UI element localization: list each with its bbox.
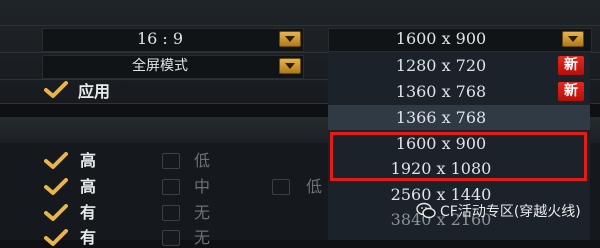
divider [0,25,600,26]
quality-checkbox[interactable] [272,179,290,195]
quality-checkbox[interactable] [162,179,180,195]
resolution-option-label: 1366 x 768 [395,108,487,127]
check-icon[interactable] [44,229,68,247]
quality-option-label: 有 [80,228,97,247]
quality-checkbox[interactable] [162,230,180,246]
quality-option-label: 高 [80,151,97,170]
aspect-ratio-dropdown-button[interactable] [279,31,301,47]
check-icon[interactable] [44,204,68,222]
chevron-down-icon [285,63,295,69]
check-icon[interactable] [44,152,68,170]
resolution-option-highlighted[interactable]: 1366 x 768 [328,105,590,130]
quality-option-label: 无 [194,228,211,247]
resolution-option-label: 1360 x 768 [395,82,487,101]
watermark: CF活动专区(穿越火线) [416,200,581,222]
wechat-icon [416,202,436,219]
chevron-down-icon [568,36,578,42]
highlight-annotation-box [330,132,587,181]
display-mode-dropdown-button[interactable] [279,58,301,74]
apply-label[interactable]: 应用 [78,82,110,102]
resolution-option-label: 1280 x 720 [395,56,487,75]
display-mode-value: 全屏模式 [132,58,188,74]
resolution-value: 1600 x 900 [395,29,487,48]
watermark-text: CF活动专区(穿越火线) [440,204,581,220]
quality-option-label: 低 [194,151,211,170]
quality-option-label: 高 [80,177,97,196]
check-icon[interactable] [44,178,68,196]
quality-option-label: 低 [306,177,323,196]
quality-option-label: 无 [194,203,211,222]
quality-checkbox[interactable] [162,153,180,169]
quality-option-label: 有 [80,203,97,222]
resolution-option[interactable]: 1360 x 768 新 [328,79,590,104]
check-icon[interactable] [44,81,68,99]
aspect-ratio-value: 16 : 9 [136,29,184,48]
resolution-option[interactable]: 1280 x 720 新 [328,53,590,78]
new-badge: 新 [558,82,584,101]
chevron-down-icon [285,36,295,42]
quality-option-label: 中 [194,177,211,196]
resolution-dropdown-button[interactable] [562,31,584,47]
quality-checkbox[interactable] [162,205,180,221]
new-badge: 新 [558,56,584,75]
